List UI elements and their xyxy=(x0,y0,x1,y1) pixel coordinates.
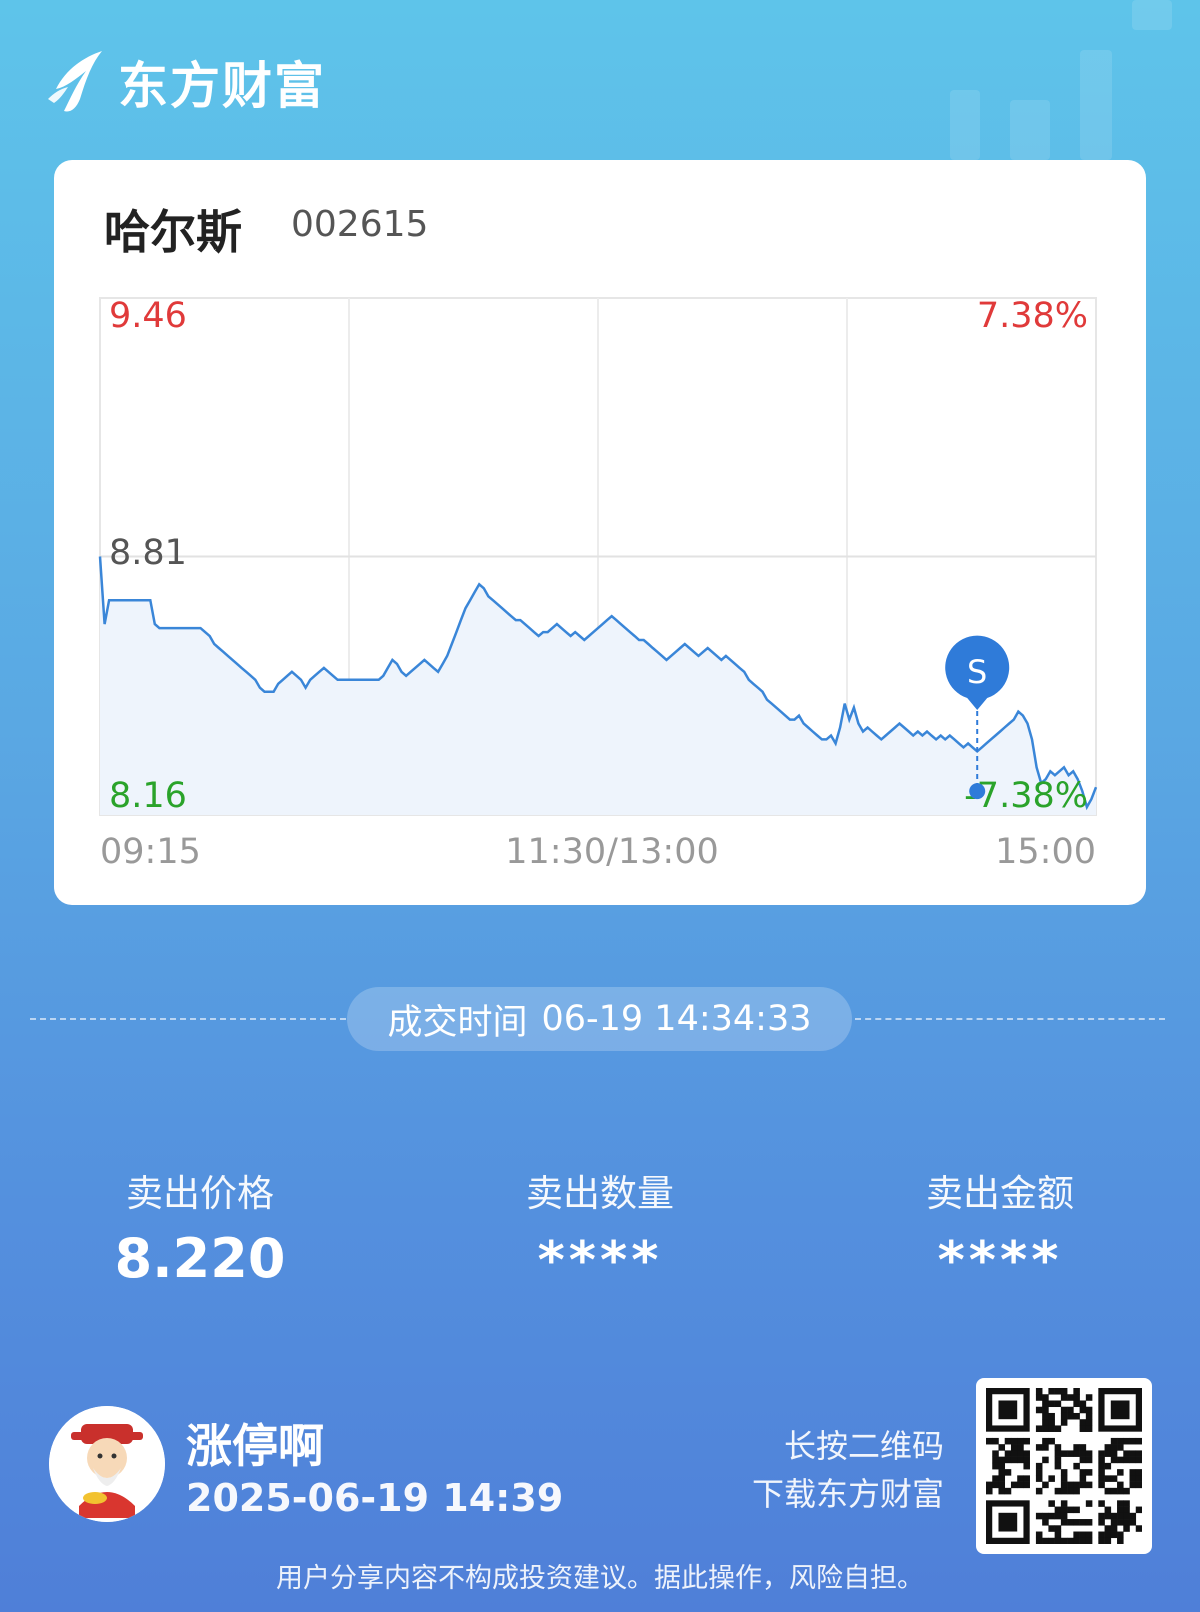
eastmoney-logo-icon xyxy=(48,51,102,112)
qr-hint: 长按二维码 下载东方财富 xyxy=(752,1422,944,1518)
brand-name: 东方财富 xyxy=(118,57,326,115)
qr-hint-line1: 长按二维码 xyxy=(783,1427,944,1465)
pct-axis-top-label: 7.38% xyxy=(977,296,1088,336)
background-candle-decoration xyxy=(1132,0,1172,30)
divider-left xyxy=(30,1018,346,1020)
intraday-price-chart: 9.46 8.81 8.16 7.38% -7.38% 09:15 11:30/… xyxy=(98,296,1098,872)
price-axis-mid-label: 8.81 xyxy=(109,533,187,573)
sell-marker-label: S xyxy=(967,653,987,691)
sell-quantity-label: 卖出数量 xyxy=(526,1172,674,1215)
sell-amount-label: 卖出金额 xyxy=(926,1172,1074,1215)
caishen-avatar-icon xyxy=(49,1406,165,1522)
sell-amount-stat: 卖出金额 **** xyxy=(870,1163,1130,1291)
sell-quantity-value: **** xyxy=(537,1231,663,1291)
divider-right xyxy=(855,1018,1165,1020)
trade-time-pill: 成交时间 06-19 14:34:33 xyxy=(347,987,852,1051)
qr-code-icon xyxy=(986,1388,1142,1544)
sell-price-value: 8.220 xyxy=(114,1227,286,1290)
background-candle-decoration xyxy=(1080,50,1112,160)
sell-amount-value: **** xyxy=(937,1231,1063,1291)
background-candle-decoration xyxy=(950,90,980,160)
trade-time-label: 成交时间 xyxy=(387,1002,528,1043)
post-time: 2025-06-19 14:39 xyxy=(186,1476,564,1520)
sell-price-label: 卖出价格 xyxy=(126,1172,274,1215)
background-candle-decoration xyxy=(1010,100,1050,160)
stock-chart-card: 哈尔斯 002615 9.46 8.81 8.16 7.38% -7.38% 0… xyxy=(54,160,1146,905)
sell-price-stat: 卖出价格 8.220 xyxy=(70,1163,330,1290)
sell-quantity-stat: 卖出数量 **** xyxy=(470,1163,730,1291)
x-tick-close: 15:00 xyxy=(995,832,1096,872)
qr-code[interactable] xyxy=(976,1378,1152,1554)
disclaimer: 用户分享内容不构成投资建议。据此操作，风险自担。 xyxy=(276,1563,924,1594)
qr-hint-line2: 下载东方财富 xyxy=(751,1475,944,1513)
x-tick-open: 09:15 xyxy=(100,832,201,872)
brand-logo: 东方财富 xyxy=(46,46,326,118)
user-name: 涨停啊 xyxy=(186,1419,324,1473)
user-avatar[interactable] xyxy=(49,1406,165,1522)
price-axis-bottom-label: 8.16 xyxy=(109,776,187,816)
sell-marker-dot xyxy=(969,783,986,800)
x-tick-midday: 11:30/13:00 xyxy=(505,832,719,872)
price-axis-top-label: 9.46 xyxy=(109,296,187,336)
trade-time-value: 06-19 14:34:33 xyxy=(541,999,812,1039)
